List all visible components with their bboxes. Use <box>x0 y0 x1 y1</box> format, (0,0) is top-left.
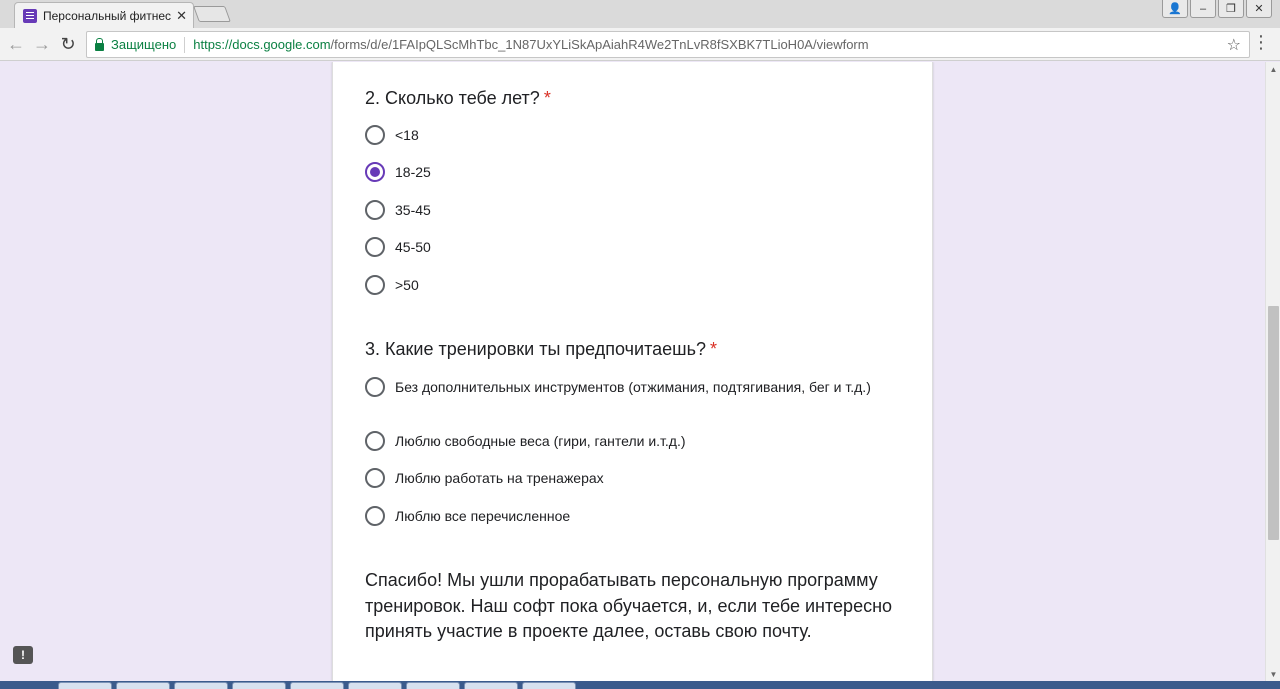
option-label: <18 <box>395 127 419 143</box>
tab-strip: Персональный фитнес ✕ 👤 – ❐ ✕ <box>0 0 1280 28</box>
workout-option-free-weights[interactable]: Люблю свободные веса (гири, гантели и.т.… <box>365 431 895 451</box>
age-option-under-18[interactable]: <18 <box>365 125 895 145</box>
back-icon[interactable]: ← <box>4 32 28 56</box>
url-host: https://docs.google.com <box>193 37 331 52</box>
required-asterisk: * <box>543 88 551 108</box>
thank-you-text: Спасибо! Мы ушли прорабатывать персональ… <box>365 570 893 641</box>
taskbar-item[interactable] <box>58 682 112 689</box>
taskbar-item[interactable] <box>174 682 228 689</box>
scroll-thumb[interactable] <box>1268 306 1279 540</box>
radio-button-selected[interactable] <box>365 162 385 182</box>
omnibox-divider <box>184 36 186 53</box>
option-label: Люблю все перечисленное <box>395 508 571 524</box>
question-3-text: 3. Какие тренировки ты предпочитаешь? <box>365 339 706 359</box>
browser-tab[interactable]: Персональный фитнес ✕ <box>14 2 194 28</box>
tab-title: Персональный фитнес <box>43 8 171 23</box>
required-asterisk: * <box>709 339 717 359</box>
radio-button[interactable] <box>365 275 385 295</box>
feedback-icon[interactable]: ! <box>13 646 33 664</box>
secure-label: Защищено <box>111 37 177 52</box>
radio-button[interactable] <box>365 237 385 257</box>
url-text: https://docs.google.com/forms/d/e/1FAIpQ… <box>193 37 868 52</box>
taskbar-item[interactable] <box>290 682 344 689</box>
taskbar-item[interactable] <box>406 682 460 689</box>
age-option-35-45[interactable]: 35-45 <box>365 200 895 220</box>
url-path: /forms/d/e/1FAIpQLScMhTbc_1N87UxYLiSkApA… <box>330 37 869 52</box>
reload-icon[interactable]: ↻ <box>56 32 80 56</box>
option-label: 18-25 <box>395 164 431 180</box>
option-label: Люблю свободные веса (гири, гантели и.т.… <box>395 433 686 449</box>
window-controls: 👤 – ❐ ✕ <box>1162 0 1272 18</box>
address-bar[interactable]: Защищено https://docs.google.com/forms/d… <box>86 31 1250 58</box>
radio-button[interactable] <box>365 200 385 220</box>
radio-button[interactable] <box>365 506 385 526</box>
taskbar-item[interactable] <box>464 682 518 689</box>
taskbar-item[interactable] <box>348 682 402 689</box>
question-2-title: 2. Сколько тебе лет? * <box>365 88 551 109</box>
age-option-45-50[interactable]: 45-50 <box>365 237 895 257</box>
taskbar-item[interactable] <box>116 682 170 689</box>
browser-toolbar: ← → ↻ Защищено https://docs.google.com/f… <box>0 28 1280 61</box>
taskbar-item[interactable] <box>522 682 576 689</box>
age-option-18-25[interactable]: 18-25 <box>365 162 895 182</box>
radio-button[interactable] <box>365 431 385 451</box>
radio-button[interactable] <box>365 377 385 397</box>
age-option-over-50[interactable]: >50 <box>365 275 895 295</box>
workout-option-bodyweight[interactable]: Без дополнительных инструментов (отжиман… <box>365 377 895 397</box>
option-label: 35-45 <box>395 202 431 218</box>
lock-icon <box>95 37 104 51</box>
profile-icon[interactable]: 👤 <box>1162 0 1188 18</box>
taskbar-item[interactable] <box>232 682 286 689</box>
option-label: 45-50 <box>395 239 431 255</box>
close-tab-icon[interactable]: ✕ <box>176 8 187 24</box>
new-tab-button[interactable] <box>193 6 231 22</box>
page-content: 2. Сколько тебе лет? * <18 18-25 35-45 45… <box>0 62 1265 681</box>
workout-option-machines[interactable]: Люблю работать на тренажерах <box>365 468 895 488</box>
option-label: Люблю работать на тренажерах <box>395 470 604 486</box>
question-2-text: 2. Сколько тебе лет? <box>365 88 540 108</box>
restore-button[interactable]: ❐ <box>1218 0 1244 18</box>
radio-button[interactable] <box>365 468 385 488</box>
close-window-button[interactable]: ✕ <box>1246 0 1272 18</box>
scroll-up-icon[interactable]: ▲ <box>1266 62 1280 76</box>
bookmark-star-icon[interactable]: ☆ <box>1227 35 1241 55</box>
browser-menu-icon[interactable]: ⋮ <box>1252 32 1270 53</box>
scroll-down-icon[interactable]: ▼ <box>1266 667 1280 681</box>
workout-option-all[interactable]: Люблю все перечисленное <box>365 506 895 526</box>
option-label: Без дополнительных инструментов (отжиман… <box>395 379 871 395</box>
radio-button[interactable] <box>365 125 385 145</box>
minimize-button[interactable]: – <box>1190 0 1216 18</box>
os-taskbar <box>0 681 1280 689</box>
forward-icon[interactable]: → <box>30 32 54 56</box>
question-3-title: 3. Какие тренировки ты предпочитаешь? * <box>365 339 717 360</box>
form-card: 2. Сколько тебе лет? * <18 18-25 35-45 45… <box>332 62 933 681</box>
option-label: >50 <box>395 277 419 293</box>
page-scrollbar[interactable]: ▲ ▼ <box>1265 62 1280 681</box>
google-forms-icon <box>23 8 37 23</box>
